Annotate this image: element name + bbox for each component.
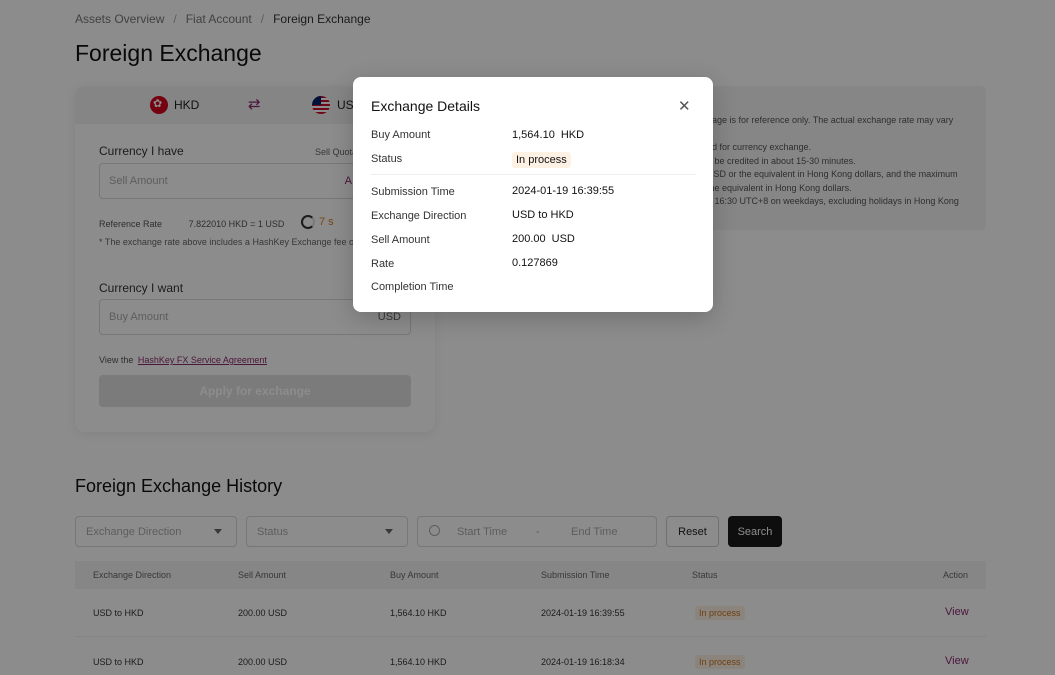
rate-value: 0.127869 xyxy=(512,257,558,269)
exchange-direction-value: USD to HKD xyxy=(512,209,574,221)
exchange-details-modal: Exchange Details ✕ Buy Amount 1,564.10 HK… xyxy=(353,77,713,312)
status-label: Status xyxy=(371,153,403,165)
close-icon[interactable]: ✕ xyxy=(678,97,691,115)
submission-time-label: Submission Time xyxy=(371,186,455,198)
submission-time-value: 2024-01-19 16:39:55 xyxy=(512,185,615,197)
exchange-direction-label: Exchange Direction xyxy=(371,210,467,222)
modal-title: Exchange Details xyxy=(371,98,480,114)
completion-time-label: Completion Time xyxy=(371,281,454,293)
rate-label: Rate xyxy=(371,258,395,270)
divider xyxy=(371,174,696,175)
buy-amount-label: Buy Amount xyxy=(371,129,431,141)
sell-amount-label: Sell Amount xyxy=(371,234,430,246)
status-badge: In process xyxy=(512,152,571,168)
buy-amount-value: 1,564.10 HKD xyxy=(512,129,585,141)
sell-amount-value: 200.00 USD xyxy=(512,233,575,245)
